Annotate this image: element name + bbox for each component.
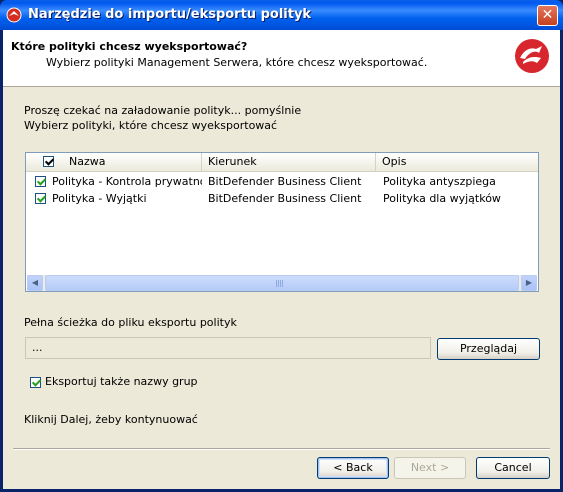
continue-hint: Kliknij Dalej, żeby kontynuować <box>24 413 198 426</box>
grip-icon <box>276 280 284 287</box>
back-button[interactable]: < Back <box>317 457 389 479</box>
row-checkbox[interactable] <box>35 176 46 187</box>
scroll-left-button[interactable]: ◀ <box>27 275 43 291</box>
column-header-description[interactable]: Opis <box>376 153 538 171</box>
header-title: Które polityki chcesz wyeksportować? <box>11 40 248 53</box>
table-row[interactable]: Polityka - Kontrola prywatności BitDefen… <box>26 174 538 190</box>
column-label-name: Nazwa <box>69 155 106 168</box>
export-group-names-option[interactable] <box>30 374 41 388</box>
close-icon: ✕ <box>541 7 554 23</box>
export-group-names-label[interactable]: Eksportuj także nazwy grup <box>45 375 198 388</box>
cell-name: Polityka - Kontrola prywatności <box>52 175 202 188</box>
column-label-direction: Kierunek <box>208 155 257 168</box>
export-path-label: Pełna ścieżka do pliku eksportu polityk <box>24 316 237 329</box>
select-all-checkbox[interactable] <box>43 156 54 167</box>
cell-description: Polityka antyszpiega <box>383 175 496 188</box>
row-checkbox[interactable] <box>35 193 46 204</box>
cell-name: Polityka - Wyjątki <box>52 192 147 205</box>
close-button[interactable]: ✕ <box>537 5 558 26</box>
browse-button[interactable]: Przeglądaj <box>437 338 540 360</box>
scroll-thumb[interactable] <box>45 275 519 291</box>
export-group-names-checkbox[interactable] <box>30 377 41 388</box>
header-subtitle: Wybierz polityki Management Serwera, któ… <box>46 56 428 69</box>
horizontal-scrollbar[interactable]: ◀ ▶ <box>27 275 537 291</box>
bitdefender-logo-icon <box>515 39 549 73</box>
export-path-field[interactable]: ... <box>25 337 431 359</box>
table-row[interactable]: Polityka - Wyjątki BitDefender Business … <box>26 191 538 207</box>
cancel-button[interactable]: Cancel <box>476 457 550 479</box>
app-icon <box>6 7 22 23</box>
scroll-right-button[interactable]: ▶ <box>521 275 537 291</box>
column-label-description: Opis <box>382 155 407 168</box>
dialog-window: Narzędzie do importu/eksportu polityk ✕ … <box>0 0 563 492</box>
title-bar[interactable]: Narzędzie do importu/eksportu polityk ✕ <box>0 0 563 30</box>
next-button[interactable]: Next > <box>394 457 466 479</box>
cell-description: Polityka dla wyjątków <box>383 192 501 205</box>
list-header: Nazwa Kierunek Opis <box>26 153 538 172</box>
column-header-direction[interactable]: Kierunek <box>202 153 376 171</box>
dialog-body: Które polityki chcesz wyeksportować? Wyb… <box>3 30 560 489</box>
column-header-name[interactable]: Nazwa <box>26 153 202 171</box>
loading-status: Proszę czekać na załadowanie polityk... … <box>24 104 302 117</box>
policy-list[interactable]: Nazwa Kierunek Opis Polityka - Kontrola … <box>25 152 539 292</box>
cell-direction: BitDefender Business Client <box>208 175 362 188</box>
window-title: Narzędzie do importu/eksportu polityk <box>28 7 312 22</box>
cell-direction: BitDefender Business Client <box>208 192 362 205</box>
footer-divider <box>13 448 550 450</box>
instruction-text: Wybierz polityki, które chcesz wyeksport… <box>24 119 278 132</box>
wizard-header: Które polityki chcesz wyeksportować? Wyb… <box>3 30 560 87</box>
